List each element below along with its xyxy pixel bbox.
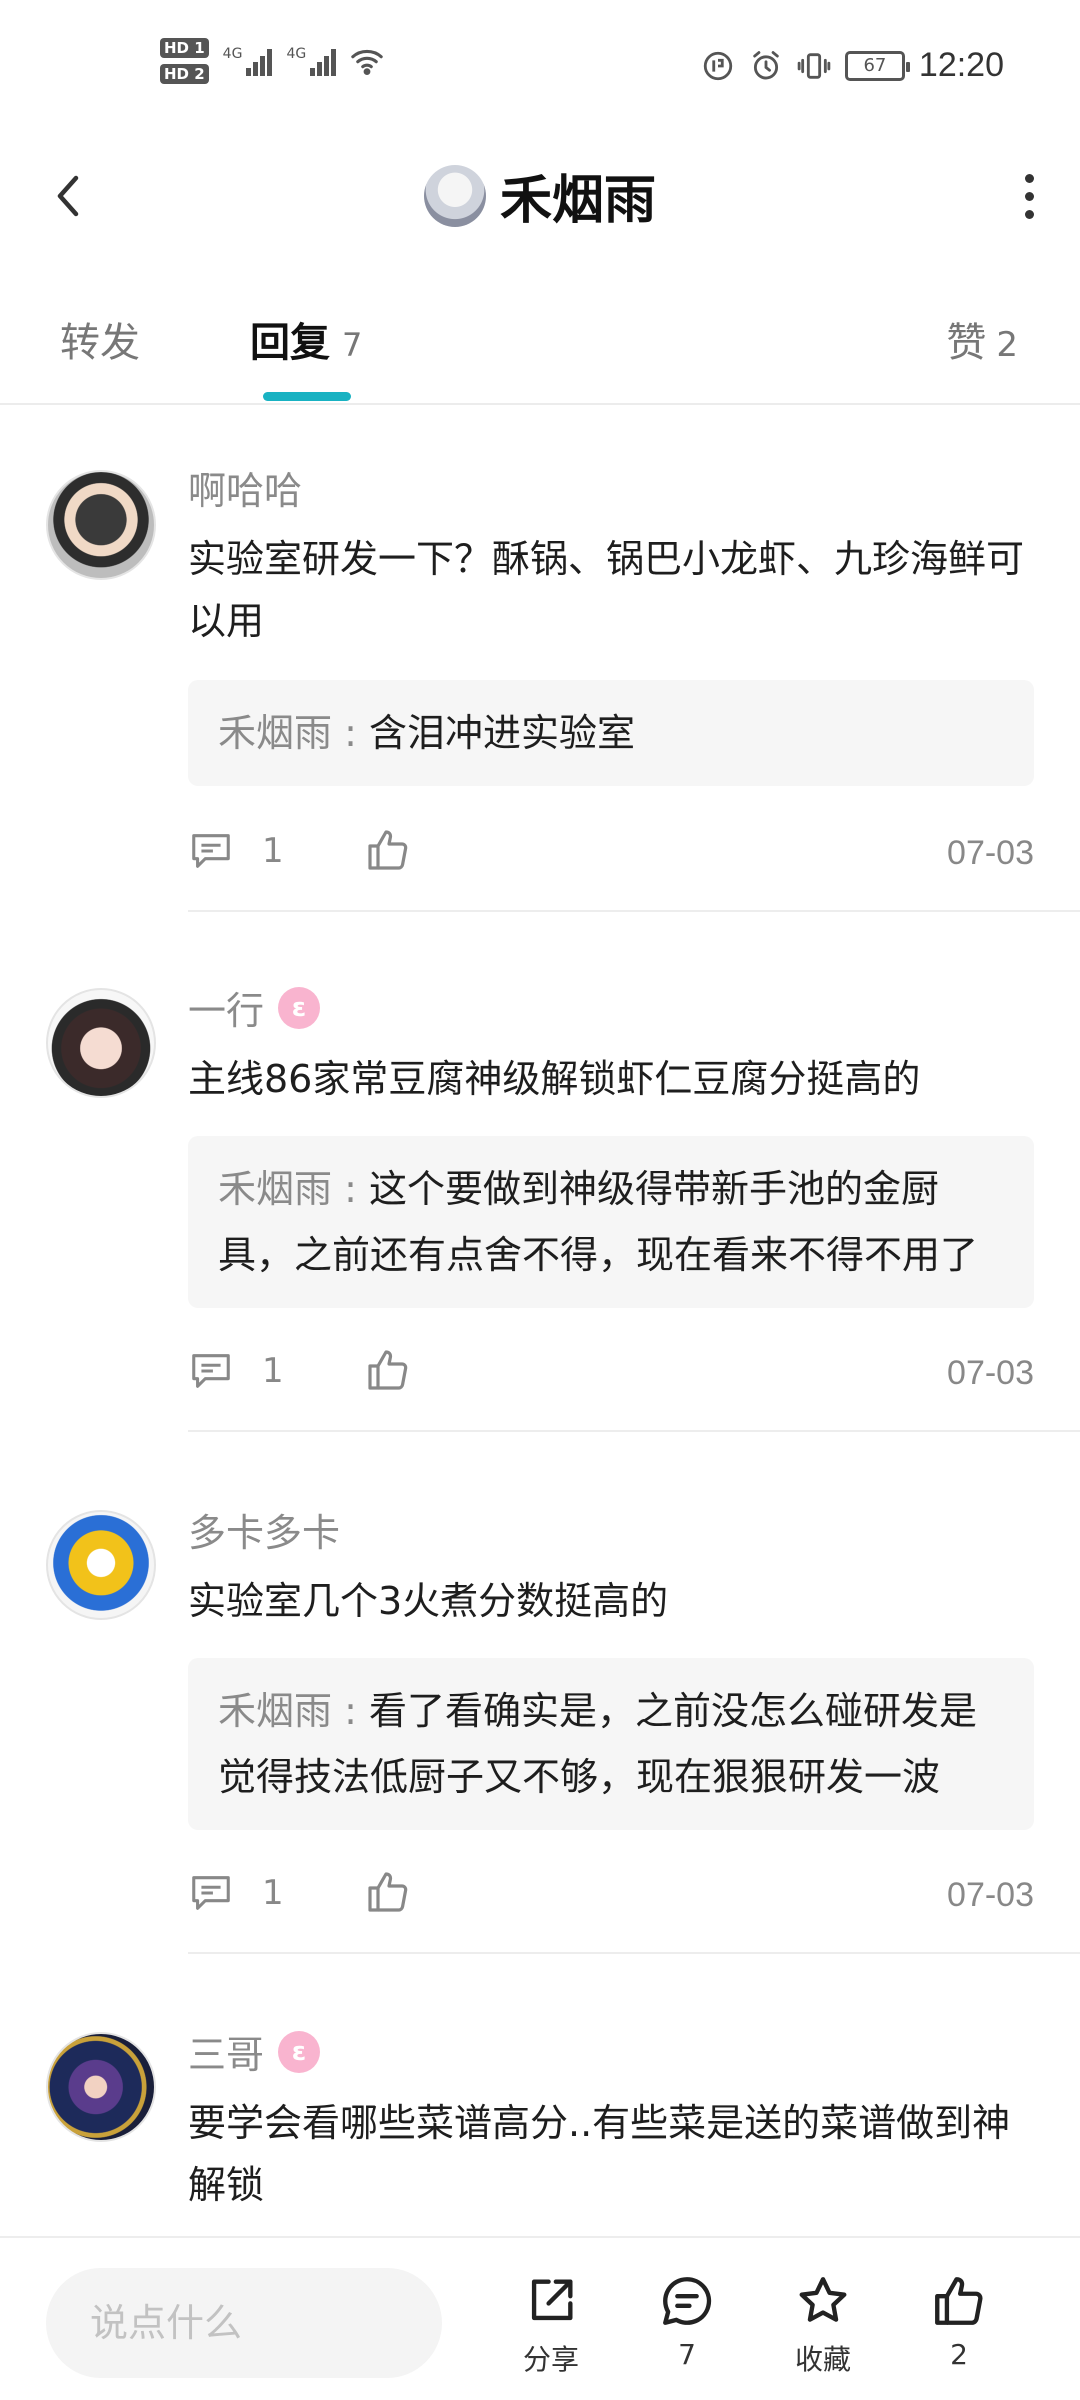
comments-count: 7 (678, 2338, 696, 2371)
reply-count: 1 (262, 1351, 284, 1391)
comment-username[interactable]: 啊哈哈 (188, 460, 302, 515)
reply-button[interactable]: 1 (188, 1348, 284, 1394)
tab-likes[interactable]: 赞2 (946, 310, 1018, 368)
tab-likes-label: 赞 (946, 320, 987, 366)
comment-bubble-icon (663, 2277, 712, 2325)
comment-actions: 1 07-03 (188, 1344, 1034, 1404)
comment-icon (192, 1354, 230, 1388)
author-avatar (423, 164, 486, 227)
hd-indicators: HD 1 HD 2 (160, 38, 209, 84)
page-title: 禾烟雨 (499, 171, 656, 231)
alarm-icon (753, 50, 779, 79)
level-badge-icon: ɛ (278, 986, 321, 1029)
share-icon (531, 2279, 573, 2321)
wifi-icon (351, 49, 383, 76)
battery-icon: 67 (844, 50, 910, 81)
share-label: 分享 (522, 2343, 579, 2376)
data-saver-icon (703, 51, 733, 80)
comment-username[interactable]: 多卡多卡 (188, 1502, 340, 1557)
divider (188, 910, 1080, 912)
clock: 12:20 (918, 46, 1004, 84)
comment-date: 07-03 (947, 834, 1034, 872)
comment-username[interactable]: 三哥 ɛ (188, 2024, 321, 2079)
comment-text: 实验室几个3火煮分数挺高的 (188, 1579, 669, 1623)
hd1-badge: HD 1 (160, 38, 209, 58)
tab-likes-count: 2 (996, 325, 1018, 365)
comment-username[interactable]: 一行 ɛ (188, 980, 321, 1035)
reply-text: 含泪冲进实验室 (368, 711, 635, 755)
star-icon (799, 2277, 847, 2322)
comment-actions: 1 07-03 (188, 824, 1034, 884)
avatar[interactable] (46, 2032, 156, 2142)
comment-date: 07-03 (947, 1876, 1034, 1914)
reply-button[interactable]: 1 (188, 1870, 284, 1916)
comment-text: 要学会看哪些菜谱高分..有些菜是送的菜谱做到神解锁 (188, 2101, 1011, 2207)
divider (188, 1952, 1080, 1954)
status-right: 67 12:20 (701, 46, 1004, 85)
status-bar: HD 1 HD 2 4G 4G 67 12:20 (0, 0, 1080, 130)
tab-repost[interactable]: 转发 (60, 310, 140, 368)
status-left: HD 1 HD 2 4G 4G (160, 38, 384, 84)
share-button[interactable]: 分享 (496, 2272, 606, 2378)
tab-replies-count: 7 (342, 326, 363, 364)
thumbs-up-icon (935, 2277, 983, 2325)
page-title-group[interactable]: 禾烟雨 (0, 158, 1080, 233)
comment-input[interactable] (46, 2268, 442, 2378)
comment-date: 07-03 (947, 1354, 1034, 1392)
reply-preview[interactable]: 禾烟雨 : 看了看确实是，之前没怎么碰研发是觉得技法低厨子又不够，现在狠狠研发一… (188, 1658, 1034, 1830)
signal-2-icon: 4G (286, 46, 337, 76)
comment-icon (192, 834, 230, 868)
signal-1-icon: 4G (223, 46, 273, 76)
reply-preview[interactable]: 禾烟雨 : 这个要做到神级得带新手池的金厨具，之前还有点舍不得，现在看来不得不用… (188, 1136, 1034, 1308)
tab-bar: 转发 回复 7 赞2 (0, 290, 1080, 405)
favorite-label: 收藏 (794, 2343, 851, 2376)
header: 禾烟雨 (0, 130, 1080, 260)
comment-text: 主线86家常豆腐神级解锁虾仁豆腐分挺高的 (188, 1057, 921, 1101)
reply-button[interactable]: 1 (188, 828, 284, 874)
thumbs-up-icon[interactable] (364, 826, 412, 874)
reply-author: 禾烟雨 (218, 711, 333, 755)
comments-button[interactable]: 7 (632, 2272, 742, 2371)
vibrate-icon (797, 52, 831, 79)
avatar[interactable] (46, 470, 156, 580)
bottom-action-bar: 分享 7 收藏 2 (0, 2236, 1080, 2400)
reply-count: 1 (262, 1873, 284, 1913)
likes-count: 2 (950, 2338, 968, 2371)
hd2-badge: HD 2 (160, 64, 209, 84)
divider (188, 1430, 1080, 1432)
comment-actions: 1 07-03 (188, 1866, 1034, 1926)
comment-text: 实验室研发一下？酥锅、锅巴小龙虾、九珍海鲜可以用 (188, 537, 1025, 643)
avatar[interactable] (46, 1510, 156, 1620)
tab-replies-label: 回复 (250, 320, 330, 366)
favorite-button[interactable]: 收藏 (768, 2272, 878, 2378)
like-button[interactable]: 2 (904, 2272, 1014, 2371)
comment-icon (192, 1876, 230, 1910)
more-vertical-icon[interactable] (1004, 166, 1054, 226)
tab-replies[interactable]: 回复 7 (250, 310, 362, 368)
level-badge-icon: ɛ (278, 2030, 321, 2073)
reply-preview[interactable]: 禾烟雨 : 含泪冲进实验室 (188, 680, 1034, 786)
reply-author: 禾烟雨 (218, 1167, 333, 1211)
reply-count: 1 (262, 831, 284, 871)
thumbs-up-icon[interactable] (364, 1868, 412, 1916)
tab-active-indicator (263, 392, 351, 401)
thumbs-up-icon[interactable] (364, 1346, 412, 1394)
reply-author: 禾烟雨 (218, 1689, 333, 1733)
avatar[interactable] (46, 988, 156, 1098)
